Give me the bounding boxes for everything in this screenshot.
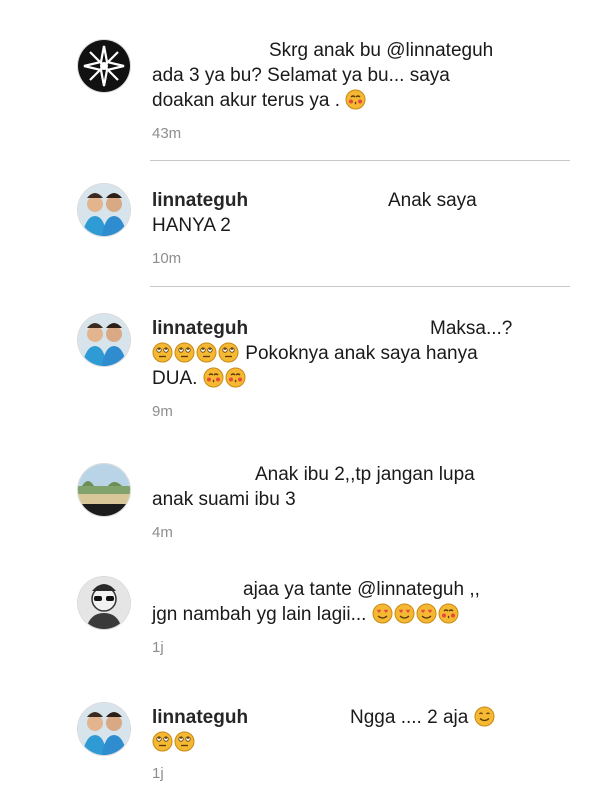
comment-text: Pokoknya anak saya hanya [245, 343, 478, 364]
couple-photo-avatar[interactable] [78, 703, 130, 755]
smile-emoji-icon [474, 706, 495, 727]
username-link[interactable]: linnateguh [152, 318, 248, 339]
comment-text: Anak saya [388, 190, 477, 211]
timestamp: 1j [152, 765, 164, 782]
heart-eyes-emoji-icon [372, 603, 393, 624]
username-link[interactable]: linnateguh [152, 707, 248, 728]
comment-text: jgn nambah yg lain lagii... [152, 604, 367, 625]
divider [150, 160, 570, 161]
redacted-username [152, 579, 237, 597]
starburst-avatar[interactable] [78, 40, 130, 92]
landscape-avatar[interactable] [78, 464, 130, 516]
couple-photo-avatar[interactable] [78, 314, 130, 366]
redacted-username [152, 464, 262, 482]
kiss-emoji-icon [225, 367, 246, 388]
comment-feed: Skrg anak bu @linnateguh ada 3 ya bu? Se… [0, 0, 600, 800]
timestamp: 4m [152, 524, 173, 541]
comment-text: ajaa ya tante @linnateguh ,, [243, 579, 480, 600]
comment-text: anak suami ibu 3 [152, 489, 296, 510]
rolling-eyes-emoji-icon [218, 342, 239, 363]
comment-text: HANYA 2 [152, 215, 231, 236]
rolling-eyes-emoji-icon [152, 731, 173, 752]
timestamp: 43m [152, 125, 182, 142]
comment-text: Skrg anak bu @linnateguh [269, 40, 494, 61]
sunglasses-person-avatar[interactable] [78, 577, 130, 629]
rolling-eyes-emoji-icon [174, 731, 195, 752]
couple-photo-avatar[interactable] [78, 184, 130, 236]
kiss-emoji-icon [203, 367, 224, 388]
comment-text: DUA. [152, 368, 198, 389]
timestamp: 1j [152, 639, 164, 656]
heart-eyes-emoji-icon [416, 603, 437, 624]
kiss-emoji-icon [345, 89, 366, 110]
timestamp: 10m [152, 250, 182, 267]
timestamp: 9m [152, 403, 173, 420]
heart-eyes-emoji-icon [394, 603, 415, 624]
rolling-eyes-emoji-icon [174, 342, 195, 363]
rolling-eyes-emoji-icon [152, 342, 173, 363]
username-link[interactable]: linnateguh [152, 190, 248, 211]
kiss-emoji-icon [438, 603, 459, 624]
comment-text: ada 3 ya bu? Selamat ya bu... saya [152, 65, 450, 86]
comment-text: doakan akur terus ya . [152, 90, 340, 111]
comment-text: Ngga .... 2 aja [350, 707, 469, 728]
rolling-eyes-emoji-icon [196, 342, 217, 363]
redacted-username [152, 40, 262, 58]
comment-text: Anak ibu 2,,tp jangan lupa [255, 464, 475, 485]
comment-text: Maksa...? [430, 318, 513, 339]
divider [150, 286, 570, 287]
